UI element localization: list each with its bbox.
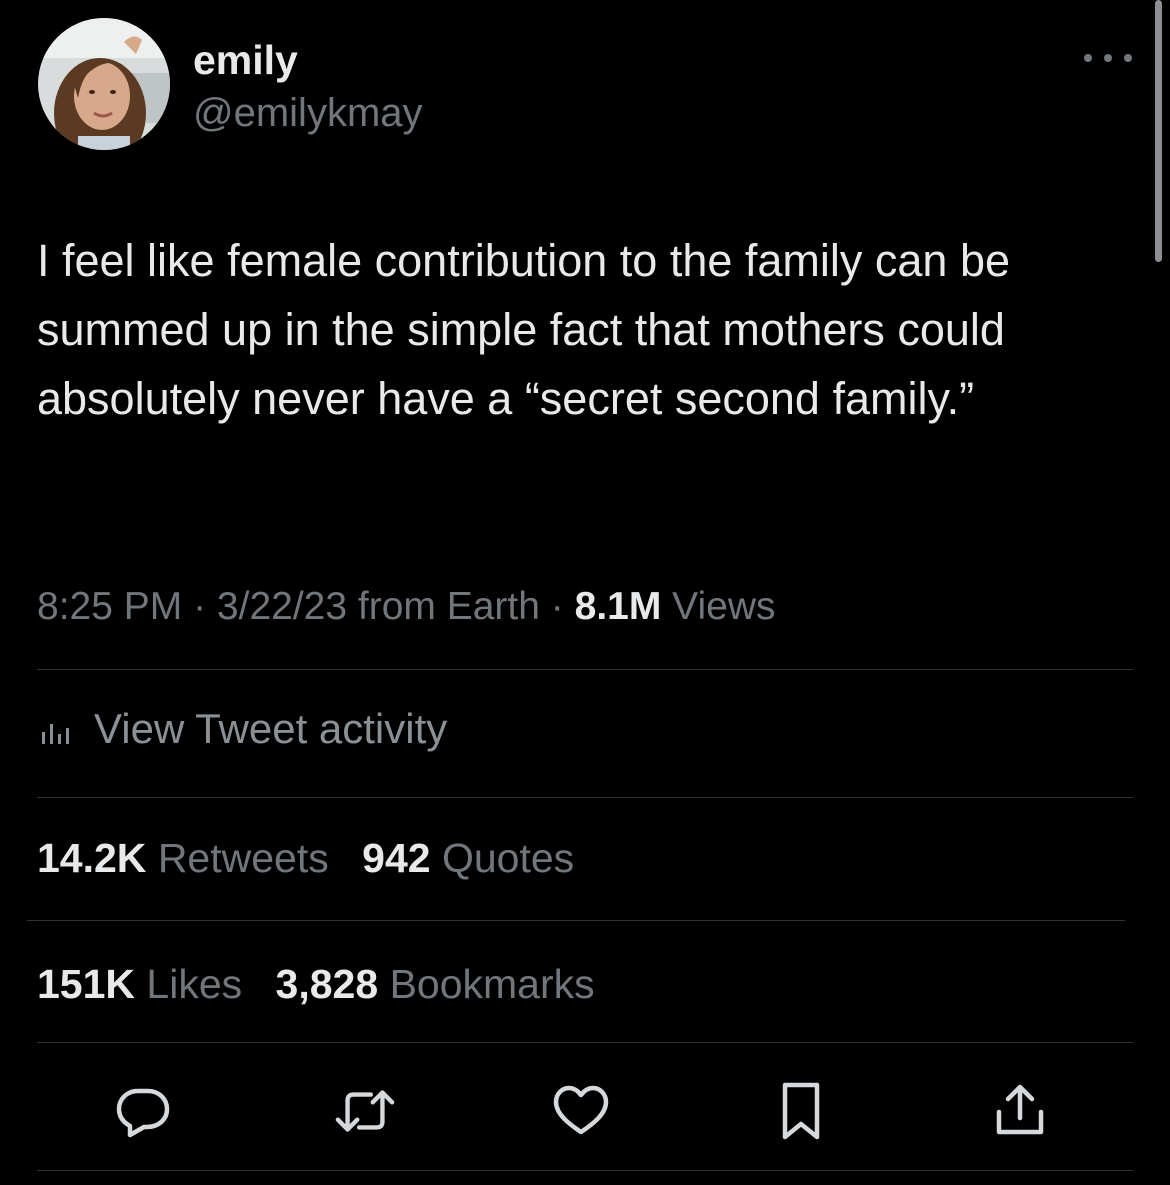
share-button[interactable] [989, 1080, 1051, 1142]
retweets-label: Retweets [157, 835, 329, 881]
meta-separator: · [182, 585, 217, 628]
bookmark-icon [782, 1082, 820, 1140]
retweet-button[interactable] [334, 1080, 396, 1142]
tweet-source: from Earth [357, 585, 540, 628]
tweet-meta: 8:25 PM · 3/22/23 from Earth · 8.1M View… [37, 580, 776, 634]
bar-chart-icon [40, 712, 74, 746]
divider [27, 920, 1125, 921]
tweet-text: I feel like female contribution to the f… [37, 235, 1011, 424]
likes-stat[interactable]: 151K Likes [37, 956, 242, 1012]
likes-label: Likes [146, 961, 243, 1007]
scrollbar[interactable] [1155, 0, 1162, 262]
display-name[interactable]: emily [193, 32, 298, 88]
views-label: Views [672, 585, 776, 628]
reply-bubble-icon [116, 1088, 170, 1138]
divider [37, 797, 1133, 798]
tweet-date[interactable]: 3/22/23 [217, 585, 347, 628]
tweet-time[interactable]: 8:25 PM [37, 585, 182, 628]
quotes-label: Quotes [441, 835, 575, 881]
heart-icon [553, 1085, 609, 1135]
bookmarks-label: Bookmarks [389, 961, 595, 1007]
retweets-stat[interactable]: 14.2K Retweets [37, 830, 329, 886]
retweet-icon [335, 1090, 395, 1132]
bookmark-button[interactable] [770, 1080, 832, 1142]
more-options-button[interactable] [1084, 46, 1132, 70]
activity-label: View Tweet activity [94, 705, 448, 752]
views-count: 8.1M [574, 585, 662, 628]
reply-button[interactable] [112, 1080, 174, 1142]
divider [37, 1170, 1133, 1171]
quotes-stat[interactable]: 942 Quotes [362, 830, 574, 886]
handle[interactable]: @emilykmay [193, 86, 423, 140]
more-dot-icon [1124, 54, 1132, 62]
divider [37, 1042, 1133, 1043]
avatar[interactable] [38, 18, 170, 150]
view-tweet-activity-link[interactable]: View Tweet activity [40, 700, 447, 758]
more-dot-icon [1104, 54, 1112, 62]
bookmarks-count: 3,828 [275, 961, 379, 1007]
divider [37, 669, 1133, 670]
stats-row-retweets-quotes: 14.2K Retweets 942 Quotes [37, 830, 574, 886]
meta-separator: · [539, 585, 575, 628]
stats-row-likes-bookmarks: 151K Likes 3,828 Bookmarks [37, 956, 595, 1012]
bookmarks-stat[interactable]: 3,828 Bookmarks [276, 956, 595, 1012]
quotes-count: 942 [362, 835, 431, 881]
like-button[interactable] [550, 1080, 612, 1142]
more-dot-icon [1084, 54, 1092, 62]
share-icon [996, 1084, 1044, 1135]
retweets-count: 14.2K [37, 835, 147, 881]
likes-count: 151K [37, 961, 136, 1007]
